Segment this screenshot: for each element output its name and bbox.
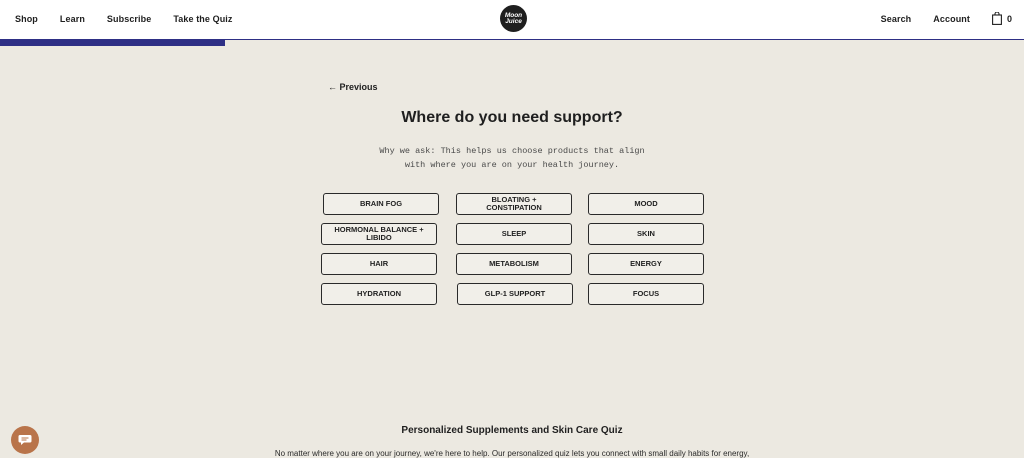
subtitle-line-2: with where you are on your health journe… — [404, 160, 620, 170]
nav-take-quiz-link[interactable]: Take the Quiz — [173, 14, 232, 24]
cart-count: 0 — [1006, 13, 1012, 24]
search-link[interactable]: Search — [881, 14, 912, 24]
nav-subscribe-link[interactable]: Subscribe — [107, 14, 151, 24]
chat-icon — [18, 435, 32, 445]
option-hydration[interactable]: HYDRATION — [321, 283, 437, 305]
option-energy[interactable]: ENERGY — [588, 253, 704, 275]
footer-section-text: No matter where you are on your journey,… — [274, 449, 750, 458]
chat-widget-button[interactable] — [11, 426, 39, 454]
primary-nav: Shop Learn Subscribe Take the Quiz — [15, 0, 255, 37]
option-focus[interactable]: FOCUS — [588, 283, 704, 305]
subtitle-line-1: Why we ask: This helps us choose product… — [379, 146, 645, 156]
quiz-question-title: Where do you need support? — [401, 109, 623, 126]
option-mood[interactable]: MOOD — [588, 193, 704, 215]
option-glp1-support[interactable]: GLP-1 SUPPORT — [457, 283, 573, 305]
footer-section-title: Personalized Supplements and Skin Care Q… — [401, 425, 623, 436]
option-brain-fog[interactable]: BRAIN FOG — [323, 193, 439, 215]
logo-text-line2: Juice — [505, 17, 522, 25]
option-sleep[interactable]: SLEEP — [456, 223, 572, 245]
nav-shop-link[interactable]: Shop — [15, 14, 38, 24]
quiz-question-subtitle: Why we ask: This helps us choose product… — [362, 144, 662, 172]
quiz-progress-fill — [0, 40, 226, 46]
shopping-bag-icon — [992, 12, 1002, 25]
account-link[interactable]: Account — [933, 14, 970, 24]
option-skin[interactable]: SKIN — [588, 223, 704, 245]
option-hormonal-balance-libido[interactable]: HORMONAL BALANCE + LIBIDO — [321, 223, 437, 245]
option-hair[interactable]: HAIR — [321, 253, 437, 275]
cart-button[interactable]: 0 — [992, 12, 1012, 25]
option-metabolism[interactable]: METABOLISM — [456, 253, 572, 275]
site-header: Shop Learn Subscribe Take the Quiz Moon … — [0, 0, 1024, 39]
option-bloating-constipation[interactable]: BLOATING + CONSTIPATION — [456, 193, 572, 215]
utility-nav: Search Account 0 — [859, 0, 1012, 37]
previous-button[interactable]: ← Previous — [328, 82, 378, 92]
nav-learn-link[interactable]: Learn — [60, 14, 85, 24]
brand-logo[interactable]: Moon Juice — [500, 5, 527, 32]
